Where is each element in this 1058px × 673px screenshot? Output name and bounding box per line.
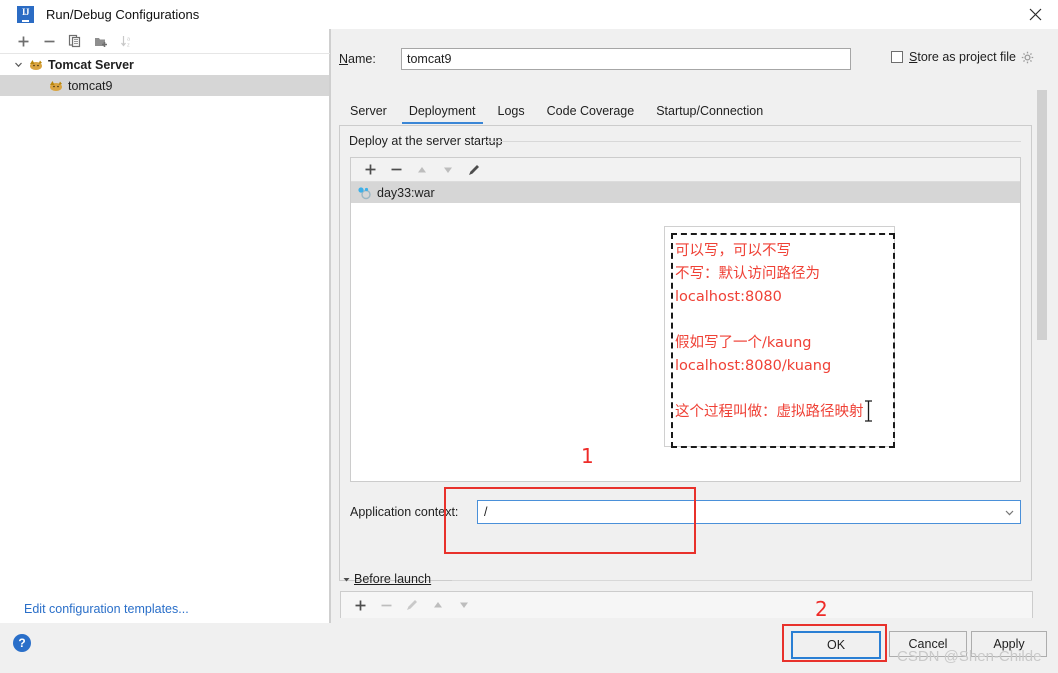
task-move-down-icon[interactable]: [451, 595, 477, 616]
name-row: Name: Store as project file: [339, 48, 1049, 72]
name-input[interactable]: [401, 48, 851, 70]
tab-startup-connection[interactable]: Startup/Connection: [645, 104, 774, 124]
copy-configuration-icon[interactable]: [62, 30, 88, 52]
before-launch-toolbar: [340, 591, 1033, 618]
title-bar: IJ Run/Debug Configurations: [0, 0, 1058, 30]
svg-text:z: z: [127, 43, 130, 49]
run-debug-configurations-dialog: IJ Run/Debug Configurations a z Tomcat S…: [0, 0, 1058, 673]
chevron-down-icon[interactable]: [998, 501, 1020, 523]
annotation-rect-ok-button: [782, 624, 887, 662]
configuration-tabs: Server Deployment Logs Code Coverage Sta…: [339, 97, 1039, 124]
remove-configuration-button[interactable]: [36, 30, 62, 52]
text-caret-icon: [864, 400, 873, 422]
annotation-rect-application-context: [444, 487, 696, 554]
watermark-text: CSDN @Shen-Childe: [897, 648, 1042, 665]
annotation-note-text: 可以写，可以不写 不写：默认访问路径为 localhost:8080 假如写了一…: [675, 243, 864, 420]
tab-server[interactable]: Server: [339, 104, 398, 124]
tomcat-icon: [28, 58, 44, 72]
configurations-sidebar: a z Tomcat Server tomcat9 Edit configura…: [0, 29, 339, 623]
group-legend-divider: [485, 141, 1021, 142]
sort-az-icon[interactable]: a z: [114, 30, 140, 52]
task-move-up-icon[interactable]: [425, 595, 451, 616]
tab-code-coverage[interactable]: Code Coverage: [536, 104, 646, 124]
artifact-icon: [357, 186, 372, 200]
application-context-label: Application context:: [350, 505, 459, 519]
checkbox-box[interactable]: [891, 51, 903, 63]
close-icon[interactable]: [1012, 0, 1058, 28]
tomcat-icon: [48, 79, 64, 93]
remove-task-button[interactable]: [373, 595, 399, 616]
store-as-project-file-checkbox[interactable]: Store as project file: [891, 50, 1035, 64]
artifact-label: day33:war: [377, 185, 435, 200]
gear-icon[interactable]: [1021, 50, 1035, 64]
triangle-up-icon[interactable]: [409, 159, 435, 180]
tab-logs[interactable]: Logs: [487, 104, 536, 124]
before-launch-label: Before launch: [354, 572, 432, 586]
add-task-button[interactable]: [347, 595, 373, 616]
before-launch-header[interactable]: Before launch: [340, 572, 431, 586]
configurations-tree: Tomcat Server tomcat9: [0, 54, 329, 96]
artifacts-toolbar: [351, 158, 1020, 182]
chevron-down-icon[interactable]: [12, 58, 25, 71]
logo-text: IJ: [21, 7, 30, 22]
store-as-project-file-label: Store as project file: [909, 50, 1017, 64]
intellij-logo-icon: IJ: [17, 6, 34, 23]
annotation-marker-1: 1: [581, 444, 594, 468]
sidebar-item-tomcat9[interactable]: tomcat9: [0, 75, 329, 96]
annotation-marker-2: 2: [815, 597, 828, 621]
remove-artifact-button[interactable]: [383, 159, 409, 180]
table-row[interactable]: day33:war: [351, 182, 1020, 203]
tree-group-label: Tomcat Server: [48, 57, 134, 72]
tree-group-tomcat-server[interactable]: Tomcat Server: [0, 54, 329, 75]
triangle-down-icon[interactable]: [340, 575, 352, 584]
pencil-icon[interactable]: [461, 159, 487, 180]
window-title: Run/Debug Configurations: [46, 7, 200, 22]
edit-configuration-templates-link[interactable]: Edit configuration templates...: [24, 602, 189, 616]
tab-deployment[interactable]: Deployment: [398, 104, 487, 124]
help-icon[interactable]: ?: [13, 634, 31, 652]
edit-task-pencil-icon[interactable]: [399, 595, 425, 616]
folder-add-icon[interactable]: [88, 30, 114, 52]
sidebar-item-label: tomcat9: [68, 78, 113, 93]
vertical-scrollbar-thumb[interactable]: [1037, 90, 1047, 340]
add-artifact-button[interactable]: [357, 159, 383, 180]
before-launch-divider: [452, 580, 1032, 581]
add-configuration-button[interactable]: [10, 30, 36, 52]
triangle-down-icon[interactable]: [435, 159, 461, 180]
name-label: Name:: [339, 52, 376, 66]
sidebar-toolbar: a z: [0, 29, 339, 54]
